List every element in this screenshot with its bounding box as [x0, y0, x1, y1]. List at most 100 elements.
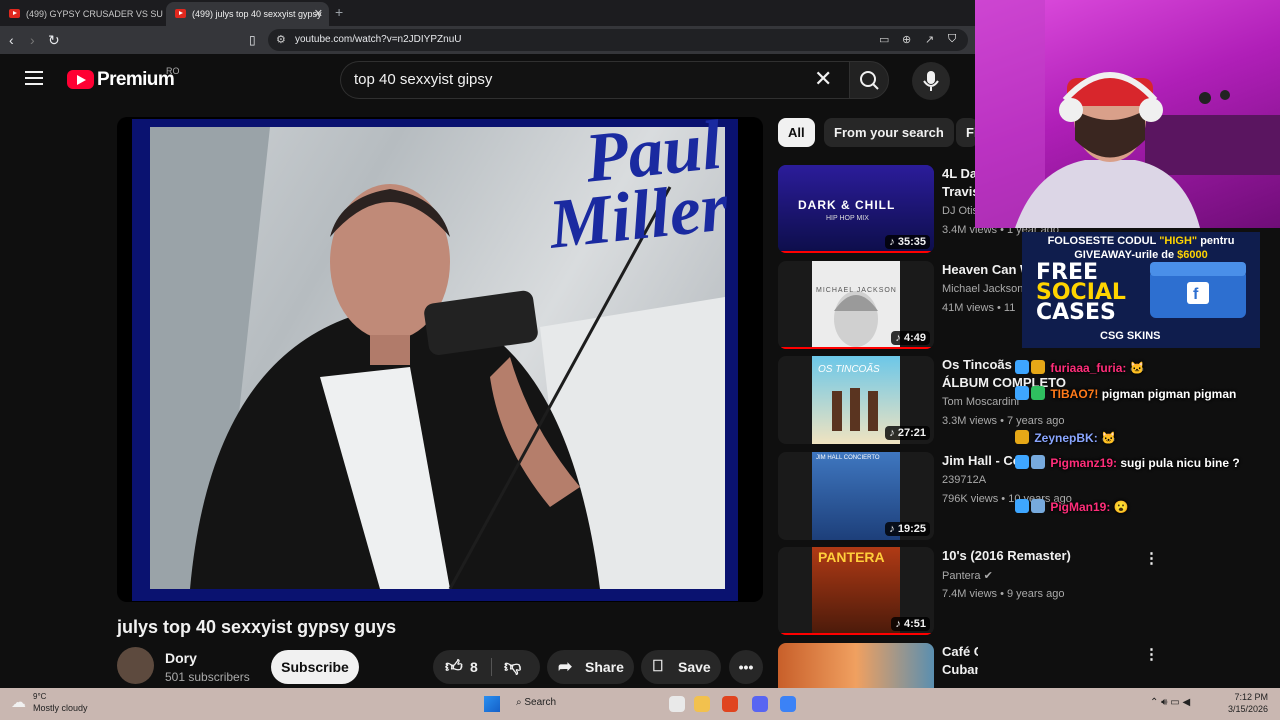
chat-message: ZeynepBK: 🐱 — [1015, 430, 1255, 446]
thumbnail-text: PANTERA — [818, 549, 885, 565]
watch-progress-bar — [778, 251, 934, 253]
clear-search-icon[interactable]: ✕ — [814, 66, 832, 92]
bookmark-icon[interactable]: ▯ — [249, 32, 256, 48]
weather-temp[interactable]: 9°C — [33, 692, 46, 701]
task-view-icon[interactable] — [669, 696, 685, 712]
taskbar-search[interactable]: ⌕ Search — [516, 697, 556, 708]
chat-message: Pigmanz19: sugi pula nicu bine ? — [1015, 455, 1255, 471]
microphone-icon — [923, 71, 939, 91]
duration-badge: ♪ 4:51 — [891, 617, 930, 631]
more-options-icon[interactable]: ⋮ — [1144, 645, 1159, 663]
file-explorer-icon[interactable] — [694, 696, 710, 712]
taskbar — [0, 688, 1280, 720]
recommended-channel[interactable]: Michael Jackson — [942, 283, 1023, 295]
share-icon: ➦ — [558, 657, 573, 676]
thumbnail-text: JIM HALL CONCIERTO — [816, 455, 880, 461]
discord-icon[interactable] — [752, 696, 768, 712]
like-icon[interactable]: 👍︎ — [445, 650, 463, 684]
duration-badge: ♪ 35:35 — [885, 235, 930, 249]
recommended-channel[interactable]: DJ Otis — [942, 205, 978, 217]
country-code: RO — [166, 66, 180, 76]
like-dislike-group: 👍︎ 8 👎︎ — [433, 650, 540, 684]
browser-tab[interactable]: (499) GYPSY CRUSADER VS SUPAH H — [0, 2, 163, 26]
recommended-title[interactable]: 10's (2016 Remaster) — [942, 547, 1142, 565]
recommended-item[interactable]: DARK & CHILL HIP HOP MIX ♪ 35:35 4L Da Tr… — [778, 165, 1059, 255]
like-count[interactable]: 8 — [470, 650, 478, 684]
video-thumbnail[interactable]: PANTERA ♪ 4:51 — [778, 547, 934, 635]
avatar[interactable] — [117, 647, 154, 684]
recommended-channel[interactable]: Pantera ✔ — [942, 569, 993, 582]
forward-icon[interactable]: › — [30, 32, 35, 48]
badge-icon — [1015, 455, 1029, 469]
search-value[interactable]: top 40 sexxyist gipsy — [354, 71, 492, 88]
emote-icon: 🐱 — [1129, 361, 1145, 375]
verified-badge-icon — [1031, 386, 1045, 400]
recommended-item[interactable]: Café Cubano 🎸 Música ClásicaCubana con S… — [778, 643, 978, 689]
duration-badge: ♪ 4:49 — [891, 331, 930, 345]
recommended-channel[interactable]: 239712A — [942, 474, 986, 486]
channel-name[interactable]: Dory — [165, 650, 197, 666]
recommended-meta: 7.4M views • 9 years ago — [942, 588, 1065, 600]
new-tab-icon[interactable]: + — [335, 4, 343, 20]
badge-icon — [1015, 386, 1029, 400]
browser-tab-active[interactable]: (499) julys top 40 sexxyist gypsy ✕ — [166, 2, 329, 26]
logo-text[interactable]: Premium — [97, 69, 175, 91]
voice-search-button[interactable] — [912, 62, 950, 100]
save-button[interactable]: ⎕ Save — [641, 650, 721, 684]
video-thumbnail[interactable]: DARK & CHILL HIP HOP MIX ♪ 35:35 — [778, 165, 934, 253]
reload-icon[interactable]: ↻ — [48, 32, 60, 48]
video-thumbnail[interactable] — [778, 643, 934, 689]
zoom-icon[interactable]: ⊕ — [902, 33, 911, 46]
share-button[interactable]: ➦ Share — [547, 650, 634, 684]
cast-icon[interactable]: ▭ — [879, 33, 889, 46]
recommended-item[interactable]: PANTERA ♪ 4:51 10's (2016 Remaster) Pant… — [778, 547, 1071, 637]
app-icon[interactable] — [780, 696, 796, 712]
chat-message: TIBAO7! pigman pigman pigman — [1015, 386, 1255, 402]
share-page-icon[interactable]: ↗ — [925, 33, 934, 46]
clock-date[interactable]: 3/15/2026 — [1226, 704, 1268, 714]
chat-text: sugi pula nicu bine ? — [1120, 456, 1240, 470]
badge-icon — [1015, 499, 1029, 513]
more-options-icon[interactable]: ⋮ — [1144, 549, 1159, 567]
search-button[interactable] — [849, 61, 889, 99]
youtube-logo-icon[interactable] — [67, 70, 94, 89]
shield-icon[interactable]: ⛉ — [948, 33, 956, 46]
back-icon[interactable]: ‹ — [9, 32, 14, 48]
save-icon: ⎕ — [653, 658, 663, 675]
video-thumbnail[interactable]: JIM HALL CONCIERTO ♪ 19:25 — [778, 452, 934, 540]
subscribe-button[interactable]: Subscribe — [271, 650, 359, 684]
chip-all[interactable]: All — [778, 118, 815, 147]
weather-icon[interactable]: ☁ — [11, 693, 26, 711]
video-thumbnail[interactable]: MICHAEL JACKSON ♪ 4:49 — [778, 261, 934, 349]
more-actions-icon[interactable]: ••• — [729, 650, 763, 684]
recommended-meta: 41M views • 11 — [942, 302, 1016, 314]
dislike-icon[interactable]: 👎︎ — [504, 650, 521, 684]
close-tab-icon[interactable]: ✕ — [314, 2, 323, 26]
search-icon — [860, 71, 879, 90]
site-info-icon[interactable]: ⚙ — [276, 33, 286, 46]
chat-message: PigMan19: 😮 — [1015, 499, 1255, 515]
brave-icon[interactable] — [722, 696, 738, 712]
youtube-favicon-icon — [9, 9, 20, 18]
recommended-item[interactable]: MICHAEL JACKSON ♪ 4:49 Heaven Can W Mich… — [778, 261, 1032, 351]
recommended-channel[interactable]: Tom Moscardini — [942, 396, 1019, 408]
chat-user: furiaaa_furia: — [1050, 361, 1127, 375]
svg-text:f: f — [1193, 286, 1199, 303]
tray-icons[interactable]: ⌃ 🔊︎ ▭ ◀ — [1150, 697, 1190, 708]
clock-time[interactable]: 7:12 PM — [1234, 692, 1268, 702]
recommended-title[interactable]: Café Cubano 🎸 Música ClásicaCubana con S… — [942, 643, 978, 679]
video-thumbnail[interactable]: OS TINCOÃS ♪ 27:21 — [778, 356, 934, 444]
weather-text[interactable]: Mostly cloudy — [33, 703, 88, 713]
recommended-meta: 3.3M views • 7 years ago — [942, 415, 1065, 427]
hamburger-menu-icon[interactable] — [25, 71, 43, 89]
recommended-item[interactable]: JIM HALL CONCIERTO ♪ 19:25 Jim Hall - Co… — [778, 452, 1072, 542]
start-icon[interactable] — [484, 696, 500, 712]
recommended-item[interactable]: OS TINCOÃS ♪ 27:21 Os Tincoãs - ÁLBUM CO… — [778, 356, 1066, 446]
url-text[interactable]: youtube.com/watch?v=n2JDIYPZnuU — [295, 34, 461, 45]
share-label: Share — [585, 659, 624, 675]
watch-progress-bar — [778, 347, 934, 349]
crown-icon — [1031, 360, 1045, 374]
chip-from-your-search[interactable]: From your search — [824, 118, 954, 147]
chat-user: PigMan19: — [1050, 500, 1111, 514]
webcam-scene — [975, 0, 1280, 228]
